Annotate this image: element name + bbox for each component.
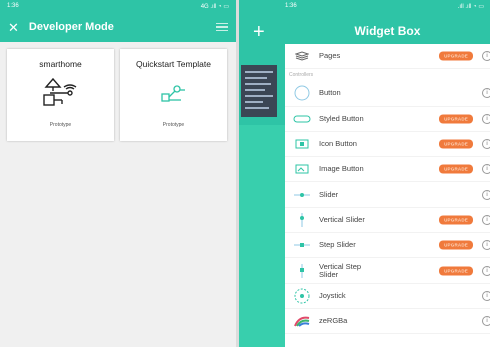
page-title: Widget Box [354,24,421,38]
widget-box-screen: + 1:36 .ıll .ıll ◔ ▭ Widget Box Pages UP… [239,0,490,347]
project-title: Quickstart Template [136,59,211,69]
section-label: Controllers [289,72,314,79]
status-icons: 4G .ıll ◔ ▭ [200,3,229,10]
widget-label: Joystick [319,290,346,300]
widget-item-joystick[interactable]: Joystick i [285,284,490,309]
menu-icon[interactable] [216,22,228,32]
info-icon[interactable]: i [482,113,490,124]
widget-item-slider[interactable]: Slider i [285,182,490,208]
project-caption: Prototype [162,122,185,128]
header: 1:36 4G .ıll ◔ ▭ ✕ Developer Mode [0,0,236,42]
info-icon[interactable]: i [482,265,490,276]
widget-item-vertical-slider[interactable]: Vertical Slider UPGRADE i [285,208,490,234]
project-cards: smarthome Prototype Quickstart Template [0,42,236,141]
upgrade-badge[interactable]: UPGRADE [439,114,473,124]
vertical-slider-icon [285,212,319,228]
slider-icon [285,192,319,198]
device-cluster-icon [42,75,80,113]
button-icon [285,85,319,101]
widget-label: Button [319,88,341,98]
upgrade-badge[interactable]: UPGRADE [439,215,473,225]
project-card-quickstart[interactable]: Quickstart Template Prototype [120,49,227,141]
styled-button-icon [285,115,319,123]
project-title: smarthome [39,59,82,69]
status-bar: 1:36 .ıll .ıll ◔ ▭ [285,0,490,12]
vertical-step-slider-icon [285,263,319,279]
status-bar: 1:36 4G .ıll ◔ ▭ [0,0,236,12]
widget-item-zergba[interactable]: zeRGBa i [285,309,490,335]
image-button-icon [285,164,319,174]
info-icon[interactable]: i [482,214,490,225]
widget-label: Vertical Step Slider [319,261,362,279]
widget-label: zeRGBa [319,316,348,326]
status-time: 1:36 [7,3,19,9]
widget-item-vertical-step-slider[interactable]: Vertical Step Slider UPGRADE i [285,258,490,284]
info-icon[interactable]: i [482,189,490,200]
info-icon[interactable]: i [482,51,490,62]
upgrade-badge[interactable]: UPGRADE [439,139,473,149]
step-slider-icon [285,242,319,248]
widget-label: Slider [319,189,339,199]
info-icon[interactable]: i [482,240,490,251]
close-icon[interactable]: ✕ [8,21,19,34]
project-caption: Prototype [49,122,72,128]
widget-list: Pages UPGRADE i Controllers Button i Sty… [285,44,490,335]
widget-item-button[interactable]: Button i [285,81,490,107]
chip-icon [159,75,189,113]
widget-item-styled-button[interactable]: Styled Button UPGRADE i [285,107,490,132]
info-icon[interactable]: i [482,316,490,327]
joystick-icon [285,288,319,304]
widget-item-image-button[interactable]: Image Button UPGRADE i [285,157,490,183]
widget-item-pages[interactable]: Pages UPGRADE i [285,44,490,70]
upgrade-badge[interactable]: UPGRADE [439,51,473,61]
pages-icon [285,51,319,61]
dashboard-thumbnail[interactable] [241,65,277,117]
zergba-icon [285,315,319,327]
upgrade-badge[interactable]: UPGRADE [439,240,473,250]
upgrade-badge[interactable]: UPGRADE [439,164,473,174]
widget-item-icon-button[interactable]: Icon Button UPGRADE i [285,132,490,158]
add-icon[interactable]: + [253,22,265,42]
status-icons: .ıll .ıll ◔ ▭ [457,3,484,10]
canvas-grid [239,125,285,347]
upgrade-badge[interactable]: UPGRADE [439,266,473,276]
developer-mode-screen: 1:36 4G .ıll ◔ ▭ ✕ Developer Mode smarth… [0,0,236,347]
page-title: Developer Mode [28,21,114,33]
widget-item-step-slider[interactable]: Step Slider UPGRADE i [285,233,490,259]
info-icon[interactable]: i [482,139,490,150]
status-time: 1:36 [285,3,297,9]
info-icon[interactable]: i [482,164,490,175]
project-card-smarthome[interactable]: smarthome Prototype [7,49,114,141]
info-icon[interactable]: i [482,290,490,301]
info-icon[interactable]: i [482,88,490,99]
icon-button-icon [285,139,319,149]
widget-box-header: 1:36 .ıll .ıll ◔ ▭ Widget Box [285,0,490,44]
app-bar: ✕ Developer Mode [0,12,236,42]
canvas-strip: + [239,0,285,347]
